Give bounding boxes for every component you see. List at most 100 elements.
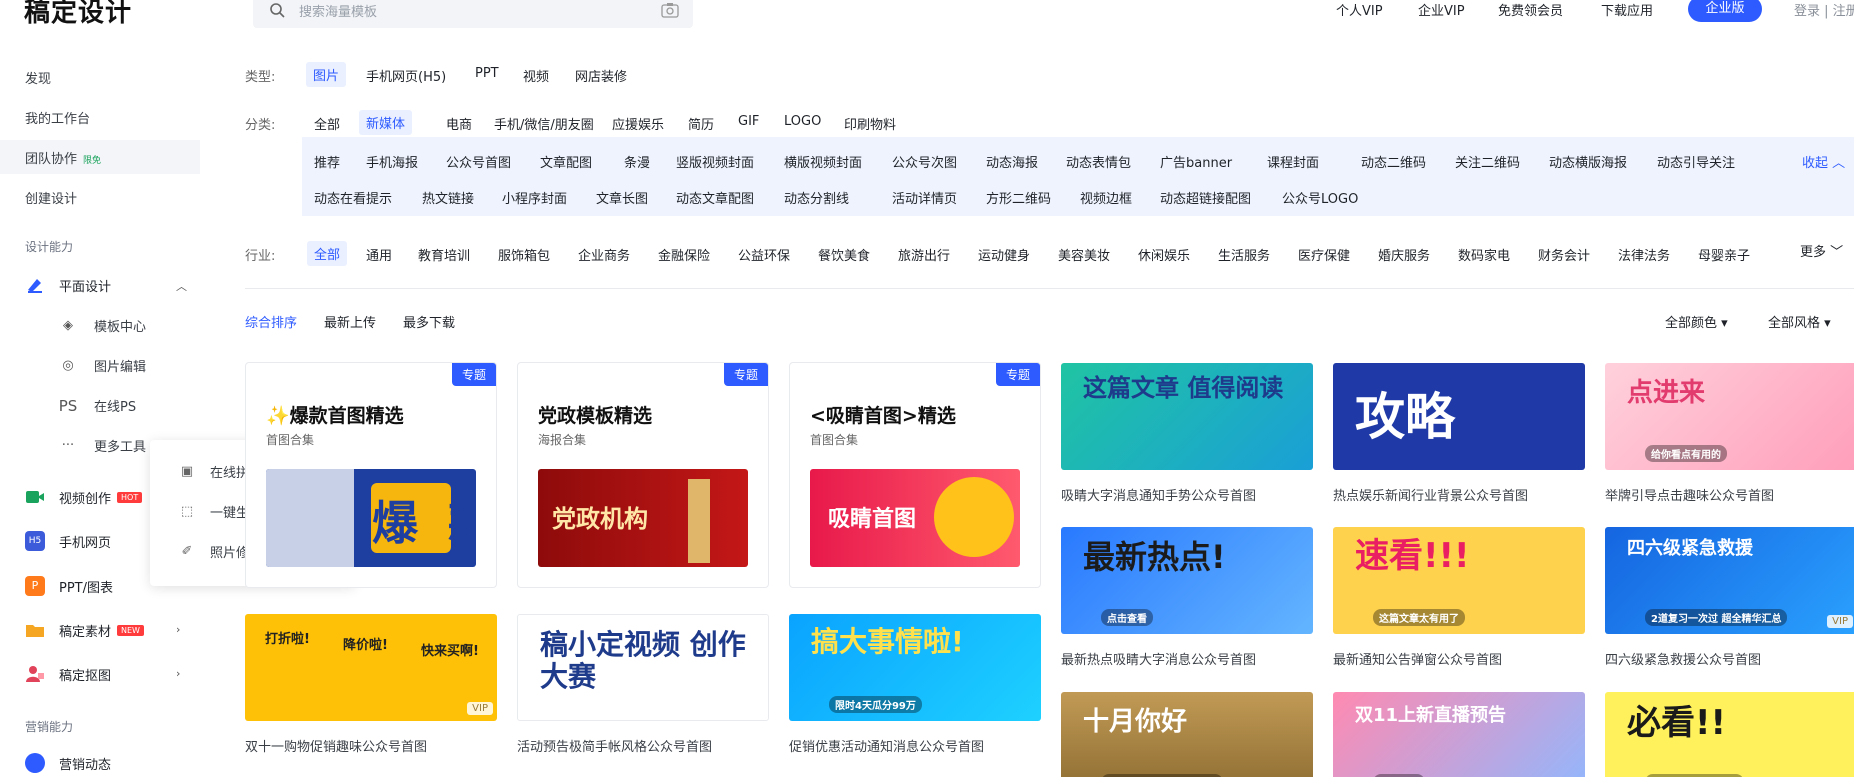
industry-option-18[interactable]: 母婴亲子 — [1698, 245, 1750, 264]
sidebar-cutout[interactable]: 稿定抠图 — [25, 663, 111, 685]
category-option-1[interactable]: 新媒体 — [359, 110, 413, 135]
search-bar[interactable]: 搜索海量模板 — [253, 0, 693, 28]
sidebar-video[interactable]: 视频创作 HOT — [25, 486, 143, 508]
template-title[interactable]: 热点娱乐新闻行业背景公众号首图 — [1333, 485, 1528, 504]
logo[interactable]: 稿定设计 — [24, 0, 132, 29]
subcategory-option-11[interactable]: 课程封面 — [1267, 152, 1319, 171]
template-title[interactable]: 双十一购物促销趣味公众号首图 — [245, 736, 427, 755]
industry-option-12[interactable]: 生活服务 — [1218, 245, 1270, 264]
subcategory-option-6[interactable]: 活动详情页 — [892, 188, 957, 207]
template-thumb[interactable]: 稿小定视频 创作大赛 — [517, 614, 769, 721]
sub-image-edit[interactable]: ◎ 图片编辑 — [58, 356, 146, 375]
subcategory-option-3[interactable]: 文章长图 — [596, 188, 648, 207]
subcategory-option-5[interactable]: 竖版视频封面 — [676, 152, 754, 171]
color-dropdown[interactable]: 全部颜色 ▾ — [1665, 312, 1728, 331]
subcategory-option-10[interactable]: 广告banner — [1160, 152, 1232, 171]
subcategory-option-2[interactable]: 公众号首图 — [446, 152, 511, 171]
subcategory-option-7[interactable]: 方形二维码 — [986, 188, 1051, 207]
sidebar-team[interactable]: 团队协作 限免 — [25, 148, 101, 167]
camera-icon[interactable] — [661, 2, 679, 18]
template-title[interactable]: 活动预告极简手帐风格公众号首图 — [517, 736, 712, 755]
industry-option-11[interactable]: 休闲娱乐 — [1138, 245, 1190, 264]
template-thumb[interactable]: 最新热点! 点击查看 — [1061, 527, 1313, 634]
type-shop[interactable]: 网店装修 — [575, 66, 627, 85]
category-option-5[interactable]: 简历 — [688, 114, 714, 133]
type-image[interactable]: 图片 — [306, 62, 347, 87]
subcategory-option-4[interactable]: 条漫 — [624, 152, 650, 171]
industry-option-0[interactable]: 全部 — [307, 241, 348, 266]
sort-most-download[interactable]: 最多下载 — [403, 312, 455, 331]
topic-card-eye[interactable]: 专题 <吸睛首图>精选 首图合集 吸睛首图 — [789, 362, 1041, 588]
sub-template-center[interactable]: ◈ 模板中心 — [58, 316, 146, 335]
sidebar-ppt[interactable]: P PPT/图表 — [25, 575, 113, 597]
industry-option-15[interactable]: 数码家电 — [1458, 245, 1510, 264]
nav-download-app[interactable]: 下载应用 — [1601, 0, 1653, 19]
category-option-6[interactable]: GIF — [738, 114, 759, 129]
category-option-4[interactable]: 应援娱乐 — [612, 114, 664, 133]
template-thumb[interactable]: 双11上新直播预告直播预告 — [1333, 692, 1585, 777]
industry-option-13[interactable]: 医疗保健 — [1298, 245, 1350, 264]
industry-option-7[interactable]: 餐饮美食 — [818, 245, 870, 264]
sidebar-discover[interactable]: 发现 — [25, 68, 51, 87]
subcategory-option-9[interactable]: 动态表情包 — [1066, 152, 1131, 171]
collapse-button[interactable]: 收起 ︿ — [1802, 152, 1845, 171]
industry-option-14[interactable]: 婚庆服务 — [1378, 245, 1430, 264]
template-title[interactable]: 最新热点吸睛大字消息公众号首图 — [1061, 649, 1256, 668]
subcategory-option-12[interactable]: 动态二维码 — [1361, 152, 1426, 171]
chevron-right-icon[interactable]: › — [176, 623, 180, 636]
subcategory-option-0[interactable]: 动态在看提示 — [314, 188, 392, 207]
subcategory-option-8[interactable]: 动态海报 — [986, 152, 1038, 171]
sidebar-workspace[interactable]: 我的工作台 — [25, 108, 90, 127]
search-input[interactable]: 搜索海量模板 — [299, 1, 377, 20]
template-title[interactable]: 最新通知公告弹窗公众号首图 — [1333, 649, 1502, 668]
category-option-2[interactable]: 电商 — [446, 114, 472, 133]
sidebar-flat-design[interactable]: 平面设计 — [25, 274, 111, 296]
subcategory-option-2[interactable]: 小程序封面 — [502, 188, 567, 207]
subcategory-option-6[interactable]: 横版视频封面 — [784, 152, 862, 171]
template-thumb[interactable]: 点进来 给你看点有用的 — [1605, 363, 1854, 470]
industry-option-9[interactable]: 运动健身 — [978, 245, 1030, 264]
industry-option-17[interactable]: 法律法务 — [1618, 245, 1670, 264]
enterprise-button[interactable]: 企业版 — [1688, 0, 1762, 22]
subcategory-option-10[interactable]: 公众号LOGO — [1282, 188, 1358, 207]
nav-free-vip[interactable]: 免费领会员 — [1498, 0, 1563, 19]
template-thumb[interactable]: 这篇文章 值得阅读 — [1061, 363, 1313, 470]
category-option-7[interactable]: LOGO — [784, 114, 821, 129]
sidebar-assets[interactable]: 稿定素材 NEW — [25, 619, 144, 641]
industry-option-3[interactable]: 服饰箱包 — [498, 245, 550, 264]
industry-option-16[interactable]: 财务会计 — [1538, 245, 1590, 264]
category-option-0[interactable]: 全部 — [314, 114, 340, 133]
sub-more-tools[interactable]: ··· 更多工具 — [58, 436, 146, 455]
chevron-up-icon[interactable]: ︿ — [176, 278, 187, 294]
industry-option-6[interactable]: 公益环保 — [738, 245, 790, 264]
industry-option-10[interactable]: 美容美妆 — [1058, 245, 1110, 264]
sidebar-marketing[interactable]: 营销动态 — [25, 752, 111, 774]
template-thumb[interactable]: 必看!!“拼拼团” 操作指南 — [1605, 692, 1854, 777]
sidebar-create[interactable]: 创建设计 — [25, 188, 77, 207]
subcategory-option-1[interactable]: 热文链接 — [422, 188, 474, 207]
type-ppt[interactable]: PPT — [475, 66, 499, 81]
template-title[interactable]: 四六级紧急救援公众号首图 — [1605, 649, 1761, 668]
industry-option-1[interactable]: 通用 — [366, 245, 392, 264]
template-title[interactable]: 吸睛大字消息通知手势公众号首图 — [1061, 485, 1256, 504]
template-thumb[interactable]: 搞大事情啦! 限时4天瓜分99万 — [789, 614, 1041, 721]
category-option-8[interactable]: 印刷物料 — [844, 114, 896, 133]
nav-enterprise-vip[interactable]: 企业VIP — [1418, 0, 1465, 19]
subcategory-option-13[interactable]: 关注二维码 — [1455, 152, 1520, 171]
subcategory-option-3[interactable]: 文章配图 — [540, 152, 592, 171]
login-link[interactable]: 登录 | 注册 — [1794, 0, 1854, 19]
topic-card-hot[interactable]: 专题 ✨爆款首图精选 首图合集 爆款 — [245, 362, 497, 588]
template-title[interactable]: 举牌引导点击趣味公众号首图 — [1605, 485, 1774, 504]
template-thumb[interactable]: 打折啦! 降价啦! 快来买啊! VIP — [245, 614, 497, 721]
subcategory-option-5[interactable]: 动态分割线 — [784, 188, 849, 207]
type-h5[interactable]: 手机网页(H5) — [366, 66, 446, 85]
category-option-3[interactable]: 手机/微信/朋友圈 — [494, 114, 594, 133]
sort-newest[interactable]: 最新上传 — [324, 312, 376, 331]
sort-overall[interactable]: 综合排序 — [245, 312, 297, 331]
subcategory-option-0[interactable]: 推荐 — [314, 152, 340, 171]
type-video[interactable]: 视频 — [523, 66, 549, 85]
template-thumb[interactable]: 四六级紧急救援 2道复习一次过 超全精华汇总 VIP — [1605, 527, 1854, 634]
template-thumb[interactable]: 攻略 — [1333, 363, 1585, 470]
industry-option-5[interactable]: 金融保险 — [658, 245, 710, 264]
chevron-right-icon[interactable]: › — [176, 667, 180, 680]
